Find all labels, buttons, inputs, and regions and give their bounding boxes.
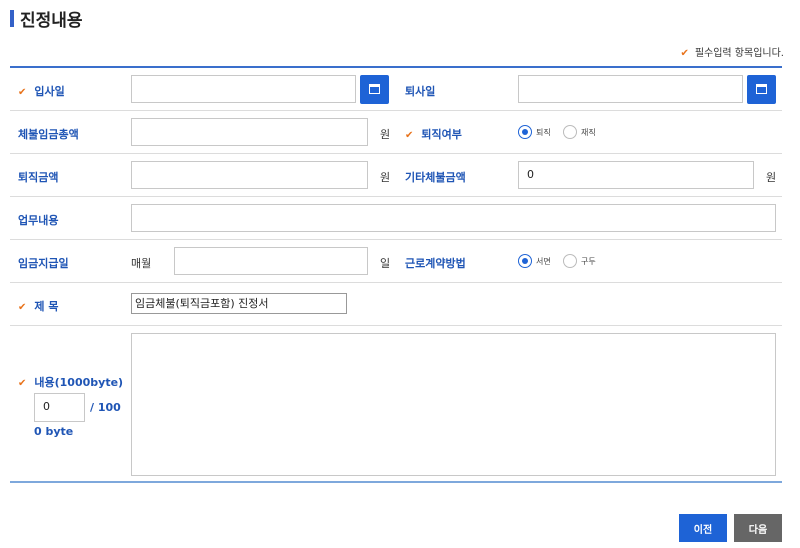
severance-input[interactable] <box>131 161 368 189</box>
radio-employed[interactable]: 재직 <box>563 125 596 139</box>
required-check-icon: ✔ <box>18 378 27 389</box>
resigned-label: ✔ 퇴직여부 <box>405 128 462 141</box>
row-job-desc: 업무내용 <box>10 197 782 240</box>
unpaid-total-input[interactable] <box>131 118 368 146</box>
subject-input[interactable]: 임금체불(퇴직금포함) 진정서 <box>131 293 347 314</box>
row-dates: ✔ 입사일 퇴사일 <box>10 68 782 111</box>
leave-date-label: 퇴사일 <box>405 85 436 98</box>
byte-count-input[interactable]: 0 <box>34 393 85 422</box>
radio-selected-icon <box>518 125 532 139</box>
severance-unit: 원 <box>380 171 391 184</box>
content-textarea[interactable] <box>131 333 776 476</box>
required-check-icon: ✔ <box>18 302 27 313</box>
other-unpaid-unit: 원 <box>766 171 777 184</box>
section-title: 진정내용 <box>20 11 83 31</box>
next-button[interactable]: 다음 <box>734 514 782 542</box>
required-note-text: 필수입력 항목입니다. <box>694 48 784 59</box>
required-check-icon: ✔ <box>18 87 27 98</box>
unpaid-total-unit: 원 <box>380 128 391 141</box>
required-check-icon: ✔ <box>405 130 414 141</box>
radio-verbal[interactable]: 구두 <box>563 254 596 268</box>
pay-day-unit: 일 <box>380 257 391 270</box>
unpaid-total-label: 체불임금총액 <box>18 128 79 141</box>
hire-date-input[interactable] <box>131 75 356 103</box>
job-desc-label: 업무내용 <box>18 214 59 227</box>
byte-limit-a: / 100 <box>90 401 121 414</box>
hire-date-label: ✔ 입사일 <box>18 85 65 98</box>
byte-limit-b: 0 byte <box>34 425 74 438</box>
other-unpaid-input[interactable]: 0 <box>518 161 754 189</box>
subject-label: ✔ 제 목 <box>18 300 59 313</box>
contract-method-label: 근로계약방법 <box>405 257 466 270</box>
radio-unselected-icon <box>563 254 577 268</box>
content-label: ✔ 내용(1000byte) <box>18 376 124 389</box>
row-subject: ✔ 제 목 임금체불(퇴직금포함) 진정서 <box>10 283 782 326</box>
prev-button[interactable]: 이전 <box>679 514 727 542</box>
job-desc-input[interactable] <box>131 204 776 232</box>
radio-unselected-icon <box>563 125 577 139</box>
leave-date-calendar-button[interactable] <box>747 75 776 104</box>
radio-resigned[interactable]: 퇴직 <box>518 125 551 139</box>
required-check-icon: ✔ <box>680 48 689 59</box>
pay-day-label: 임금지급일 <box>18 257 69 270</box>
calendar-icon <box>369 84 380 94</box>
row-payday: 임금지급일 매월 일 근로계약방법 서면 구두 <box>10 240 782 283</box>
pay-day-input[interactable] <box>174 247 368 275</box>
severance-label: 퇴직금액 <box>18 171 59 184</box>
other-unpaid-label: 기타체불금액 <box>405 171 466 184</box>
row-unpaid: 체불임금총액 원 ✔ 퇴직여부 퇴직 재직 <box>10 111 782 154</box>
pay-day-prefix: 매월 <box>131 257 152 270</box>
radio-selected-icon <box>518 254 532 268</box>
leave-date-input[interactable] <box>518 75 743 103</box>
calendar-icon <box>756 84 767 94</box>
hire-date-calendar-button[interactable] <box>360 75 389 104</box>
row-content: ✔ 내용(1000byte) 0 / 100 0 byte <box>10 326 782 483</box>
required-note: ✔ 필수입력 항목입니다. <box>680 44 784 59</box>
complaint-form: ✔ 입사일 퇴사일 체불임금총액 원 ✔ 퇴직여부 퇴직 재직 퇴직금액 원 기타체… <box>10 66 782 483</box>
radio-written[interactable]: 서면 <box>518 254 551 268</box>
section-title-bar <box>10 10 14 27</box>
row-severance: 퇴직금액 원 기타체불금액 0 원 <box>10 154 782 197</box>
